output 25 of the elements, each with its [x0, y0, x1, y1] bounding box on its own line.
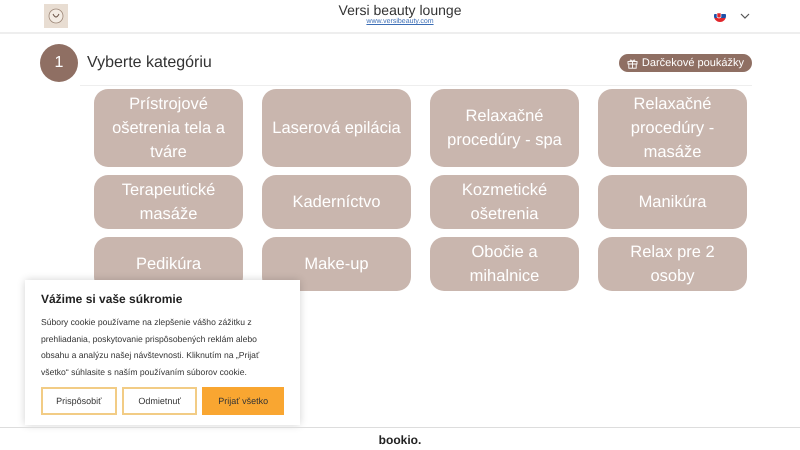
cookie-button[interactable]: Odmietnuť: [122, 387, 198, 415]
category-button[interactable]: Manikúra: [598, 175, 747, 229]
category-button[interactable]: Relaxačné procedúry - spa: [430, 89, 579, 167]
category-button[interactable]: Obočie a mihalnice: [430, 237, 579, 291]
chevron-down-icon[interactable]: [740, 13, 750, 19]
category-button[interactable]: Laserová epilácia: [262, 89, 411, 167]
cookie-button[interactable]: Prijať všetko: [202, 387, 284, 415]
gift-vouchers-button[interactable]: Darčekové poukážky: [618, 54, 752, 72]
category-button[interactable]: Relaxačné procedúry - masáže: [598, 89, 747, 167]
step-title: Vyberte kategóriu: [87, 54, 212, 72]
category-button[interactable]: Kaderníctvo: [262, 175, 411, 229]
footer-logo: bookio.: [378, 432, 422, 446]
business-name: Versi beauty lounge: [338, 2, 462, 18]
category-button[interactable]: Relax pre 2 osoby: [598, 237, 747, 291]
step-number: 1: [40, 44, 78, 82]
gift-icon: [626, 58, 638, 68]
flag-icon[interactable]: [714, 10, 726, 22]
logo-icon: [48, 8, 64, 24]
category-button[interactable]: Prístrojové ošetrenia tela a tváre: [94, 89, 243, 167]
cookie-button[interactable]: Prispôsobiť: [41, 387, 117, 415]
category-button[interactable]: Terapeutické masáže: [94, 175, 243, 229]
cookie-text: Súbory cookie používame na zlepšenie vášho zážitku z prehliadania, poskytovanie prispôsobených reklám alebo obsahu a analýzu našej návštevnosti. Kliknutím na „Prijať všetko“ súhlasite s naším používaním súborov cookie.: [41, 316, 260, 379]
cookie-title: Vážime si vaše súkromie: [41, 292, 184, 306]
category-button[interactable]: Make-up: [262, 237, 411, 291]
category-button[interactable]: Kozmetické ošetrenia: [430, 175, 579, 229]
